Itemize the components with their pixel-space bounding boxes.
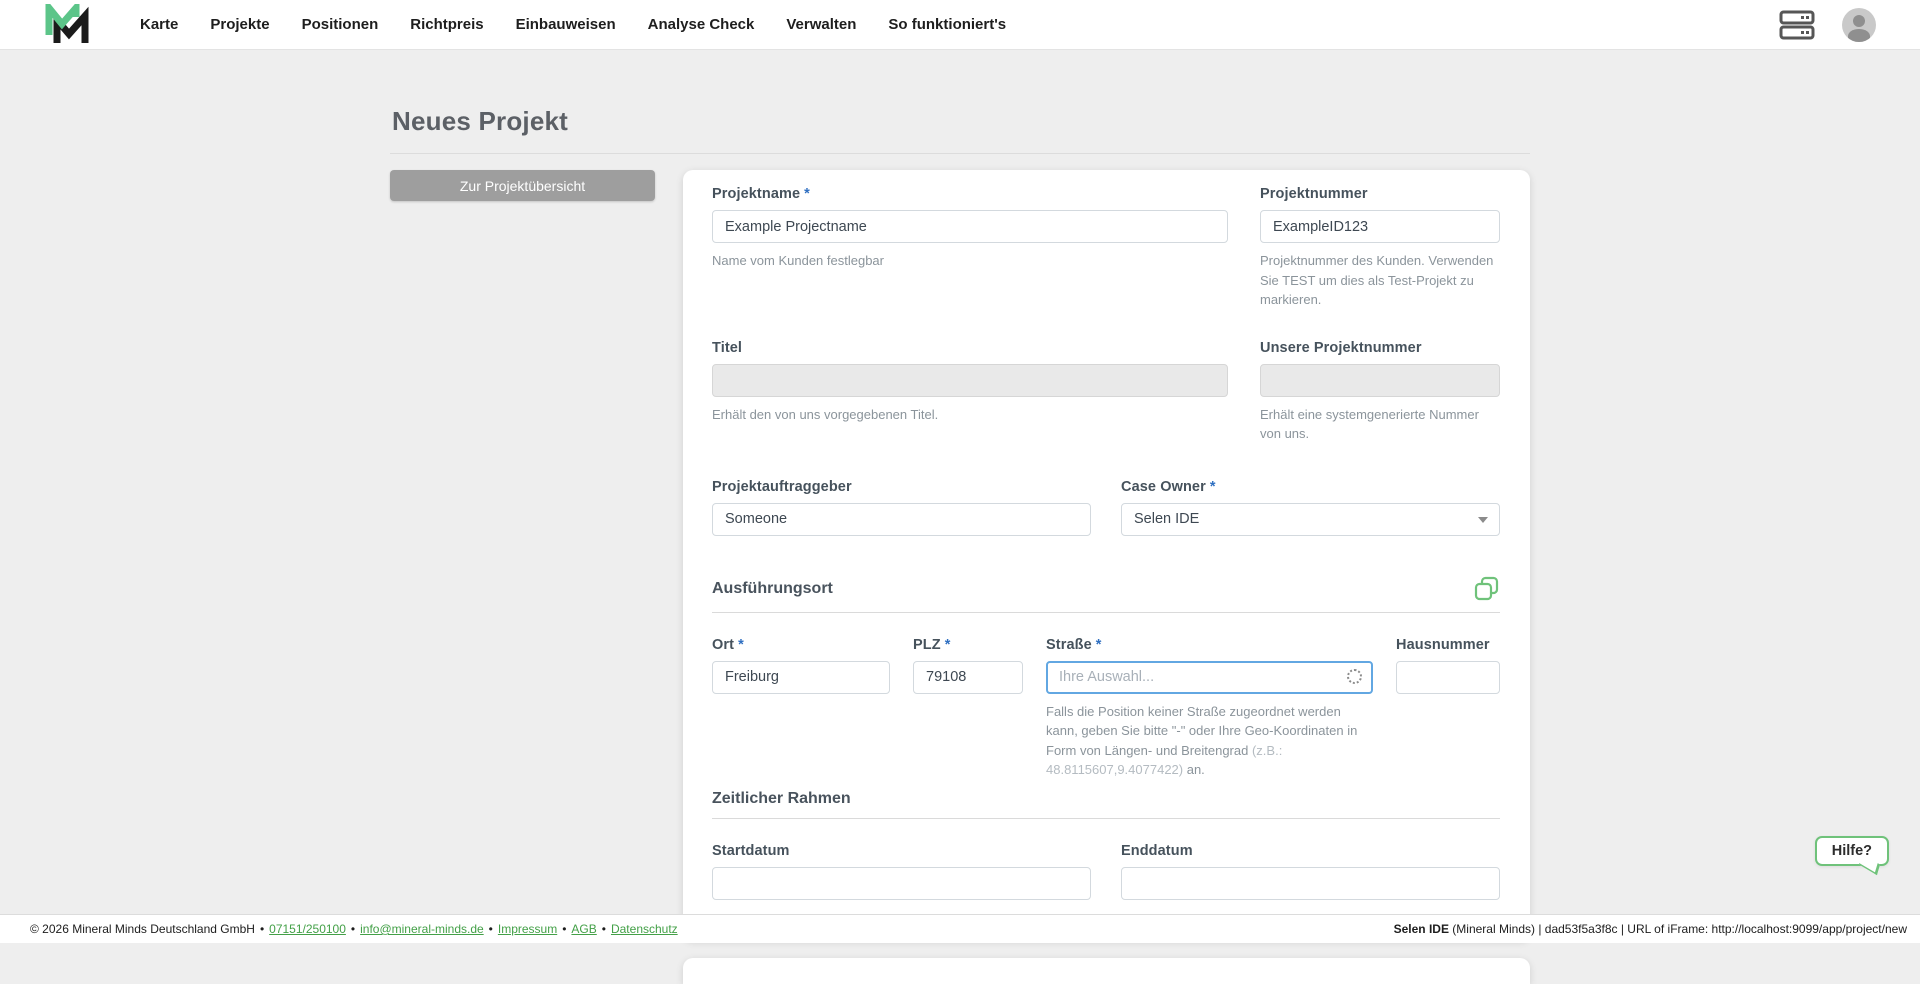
field-plz: PLZ* [913,637,1023,780]
titel-label: Titel [712,340,1228,356]
hausnummer-input[interactable] [1396,661,1500,694]
hausnummer-label: Hausnummer [1396,637,1500,653]
required-asterisk: * [945,637,951,653]
nav-right-icons [1779,8,1876,42]
footer-email-link[interactable]: info@mineral-minds.de [360,922,484,936]
startdatum-label: Startdatum [712,843,1091,859]
required-asterisk: * [804,186,810,202]
field-enddatum: Enddatum [1121,843,1500,900]
main-content: Neues Projekt Zur Projektübersicht Proje… [390,50,1530,984]
nav-item-so-funktionierts[interactable]: So funktioniert's [872,0,1022,50]
footer-impressum-link[interactable]: Impressum [498,922,557,936]
nav-item-richtpreis[interactable]: Richtpreis [394,0,499,50]
footer-agb-link[interactable]: AGB [571,922,596,936]
project-overview-button[interactable]: Zur Projektübersicht [390,170,655,201]
field-projektnummer: Projektnummer Projektnummer des Kunden. … [1260,186,1500,310]
projektnummer-label: Projektnummer [1260,186,1500,202]
section-zeitlicher-rahmen: Zeitlicher Rahmen [712,790,851,808]
enddatum-label: Enddatum [1121,843,1500,859]
field-projektauftraggeber: Projektauftraggeber [712,479,1091,536]
projektnummer-helper: Projektnummer des Kunden. Verwenden Sie … [1260,251,1500,310]
required-asterisk: * [1210,479,1216,495]
footer-session-rest: (Mineral Minds) | dad53f5a3f8c | URL of … [1449,922,1907,936]
projektname-label: Projektname* [712,186,1228,202]
titel-helper: Erhält den von uns vorgegebenen Titel. [712,405,1228,425]
server-icon[interactable] [1779,10,1815,40]
unsere-projektnummer-label: Unsere Projektnummer [1260,340,1500,356]
footer-user: Selen IDE [1394,922,1449,936]
footer-left: © 2026 Mineral Minds Deutschland GmbH•07… [30,922,678,936]
ort-input[interactable] [712,661,890,694]
top-navigation: Karte Projekte Positionen Richtpreis Ein… [0,0,1920,50]
field-projektname: Projektname* Name vom Kunden festlegbar [712,186,1228,310]
footer: © 2026 Mineral Minds Deutschland GmbH•07… [0,914,1920,943]
main-menu: Karte Projekte Positionen Richtpreis Ein… [124,0,1022,50]
next-card-partial [683,958,1530,984]
copy-icon[interactable] [1474,576,1500,602]
strasse-input[interactable] [1046,661,1373,694]
left-column: Zur Projektübersicht [390,170,655,201]
new-project-form-card: Projektname* Name vom Kunden festlegbar … [683,170,1530,940]
field-ort: Ort* [712,637,890,780]
field-strasse: Straße* Falls die Position keiner Straße… [1046,637,1373,780]
case-owner-value: Selen IDE [1134,511,1199,527]
page-title: Neues Projekt [392,106,1530,137]
footer-datenschutz-link[interactable]: Datenschutz [611,922,678,936]
nav-item-einbauweisen[interactable]: Einbauweisen [500,0,632,50]
chevron-down-icon [1478,517,1488,523]
projektauftraggeber-input[interactable] [712,503,1091,536]
title-divider [390,153,1530,154]
unsere-projektnummer-input [1260,364,1500,397]
titel-input [712,364,1228,397]
projektnummer-input[interactable] [1260,210,1500,243]
avatar[interactable] [1842,8,1876,42]
required-asterisk: * [738,637,744,653]
ort-label: Ort* [712,637,890,653]
avatar-body [1848,29,1870,42]
footer-copyright: © 2026 Mineral Minds Deutschland GmbH [30,922,255,936]
strasse-label: Straße* [1046,637,1373,653]
plz-input[interactable] [913,661,1023,694]
case-owner-select[interactable]: Selen IDE [1121,503,1500,536]
footer-session-info: Selen IDE (Mineral Minds) | dad53f5a3f8c… [1394,922,1907,936]
field-startdatum: Startdatum [712,843,1091,900]
unsere-projektnummer-helper: Erhält eine systemgenerierte Nummer von … [1260,405,1500,444]
case-owner-label: Case Owner* [1121,479,1500,495]
projektname-input[interactable] [712,210,1228,243]
field-unsere-projektnummer: Unsere Projektnummer Erhält eine systemg… [1260,340,1500,444]
plz-label: PLZ* [913,637,1023,653]
startdatum-input[interactable] [712,867,1091,900]
field-case-owner: Case Owner* Selen IDE [1121,479,1500,536]
strasse-helper: Falls die Position keiner Straße zugeord… [1046,702,1373,780]
spinner-icon [1347,669,1362,684]
nav-item-projekte[interactable]: Projekte [194,0,285,50]
nav-item-positionen[interactable]: Positionen [286,0,395,50]
section-divider [712,612,1500,613]
projektauftraggeber-label: Projektauftraggeber [712,479,1091,495]
field-titel: Titel Erhält den von uns vorgegebenen Ti… [712,340,1228,444]
help-button[interactable]: Hilfe? [1815,836,1889,866]
nav-item-karte[interactable]: Karte [124,0,194,50]
footer-phone-link[interactable]: 07151/250100 [269,922,346,936]
nav-item-analyse-check[interactable]: Analyse Check [632,0,771,50]
field-hausnummer: Hausnummer [1396,637,1500,780]
nav-item-verwalten[interactable]: Verwalten [770,0,872,50]
projektname-helper: Name vom Kunden festlegbar [712,251,1228,271]
avatar-head [1853,15,1865,27]
section-ausfuehrungsort: Ausführungsort [712,580,833,598]
required-asterisk: * [1096,637,1102,653]
enddatum-input[interactable] [1121,867,1500,900]
mineral-minds-logo[interactable] [40,4,94,46]
section-divider [712,818,1500,819]
